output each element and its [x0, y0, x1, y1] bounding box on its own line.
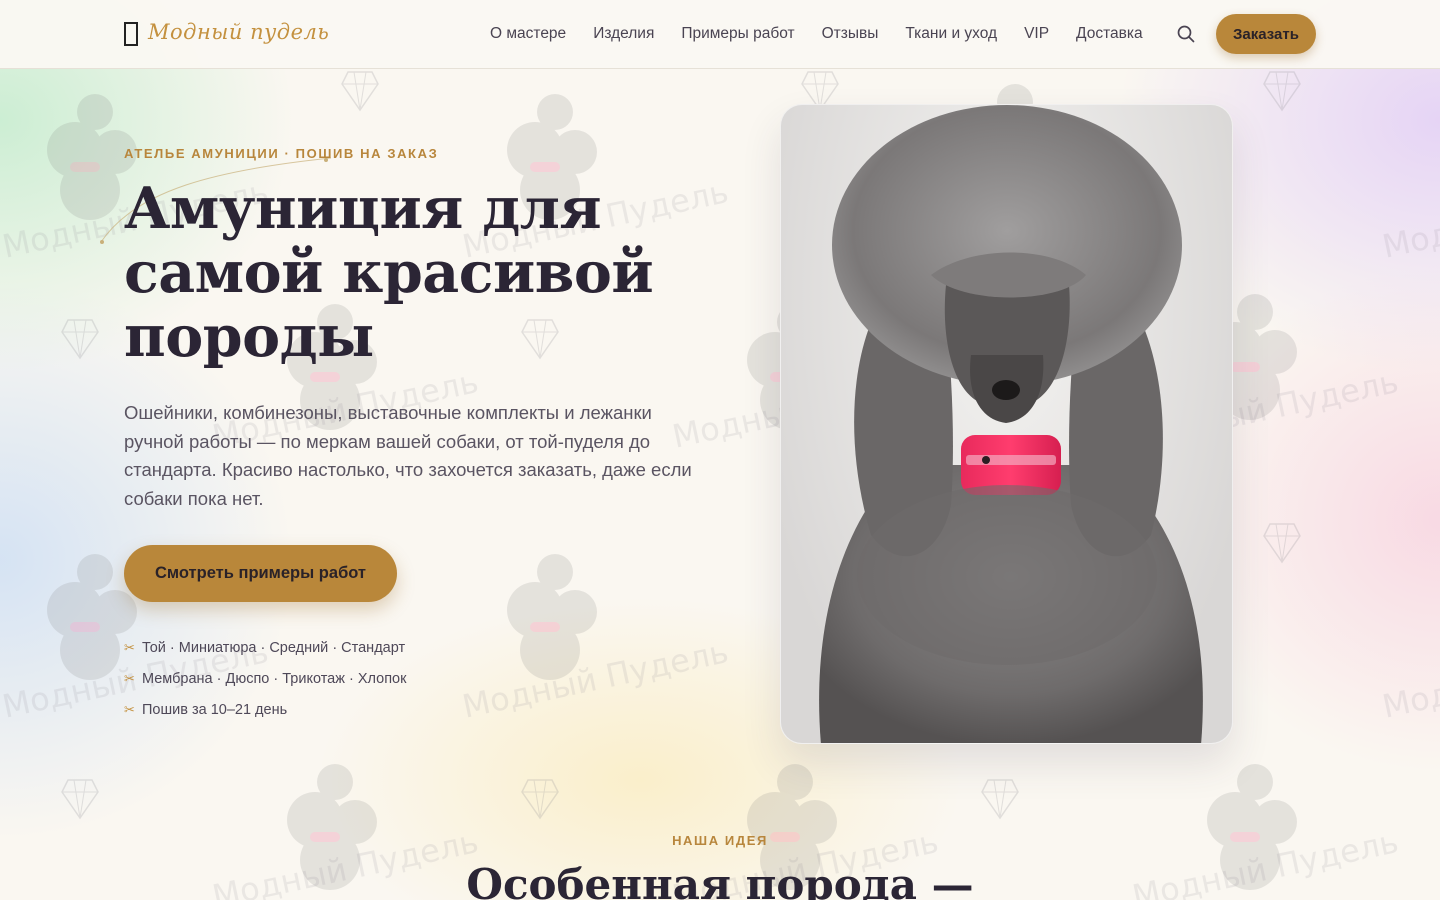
hero-title-line: Амуниция для [124, 175, 602, 242]
brand-name: Модный пудель [148, 20, 330, 44]
feature-item: ✂ Мембрана · Дюспо · Трикотаж · Хлопок [124, 669, 724, 700]
hero-features: ✂ Той · Миниатюра · Средний · Стандарт ✂… [124, 638, 724, 731]
order-button[interactable]: Заказать [1216, 14, 1316, 54]
feature-text: Пошив за 10–21 день [142, 702, 288, 718]
gem-watermark-icon [520, 776, 560, 822]
gem-watermark-icon [340, 68, 380, 114]
nav-item-vip[interactable]: VIP [1024, 24, 1049, 44]
view-portfolio-button[interactable]: Смотреть примеры работ [124, 545, 397, 602]
logo-icon [124, 22, 138, 46]
gem-watermark-icon [1262, 520, 1302, 566]
poodle-illustration [819, 105, 1203, 743]
site-header: Модный пудель О мастере Изделия Примеры … [0, 0, 1440, 69]
main-nav: О мастере Изделия Примеры работ Отзывы Т… [490, 24, 1170, 44]
scissors-icon: ✂ [124, 671, 135, 686]
gem-watermark-icon [980, 776, 1020, 822]
scissors-icon: ✂ [124, 640, 135, 655]
nav-item-delivery[interactable]: Доставка [1076, 24, 1143, 44]
idea-eyebrow: НАША ИДЕЯ [672, 833, 768, 848]
hero-poodle-photo [780, 104, 1233, 744]
scissors-icon: ✂ [124, 702, 135, 717]
hero-title-line: самой красивой [124, 239, 654, 306]
idea-section: НАША ИДЕЯ Особенная порода — [0, 833, 1440, 900]
nav-item-fabrics[interactable]: Ткани и уход [905, 24, 997, 44]
hero-title: Амуниция для самой красивой породы [124, 177, 684, 369]
feature-text: Той · Миниатюра · Средний · Стандарт [142, 640, 406, 656]
nav-item-reviews[interactable]: Отзывы [822, 24, 879, 44]
brand-logo[interactable]: Модный пудель [124, 18, 329, 46]
search-icon[interactable] [1176, 24, 1196, 44]
feature-item: ✂ Пошив за 10–21 день [124, 700, 724, 731]
nav-item-about[interactable]: О мастере [490, 24, 566, 44]
gem-watermark-icon [60, 776, 100, 822]
hero-section: АТЕЛЬЕ АМУНИЦИИ · ПОШИВ НА ЗАКАЗ Амуници… [124, 146, 724, 731]
nav-item-portfolio[interactable]: Примеры работ [681, 24, 794, 44]
gem-watermark-icon [60, 316, 100, 362]
hero-eyebrow: АТЕЛЬЕ АМУНИЦИИ · ПОШИВ НА ЗАКАЗ [124, 146, 439, 161]
idea-title: Особенная порода — [466, 860, 974, 900]
feature-item: ✂ Той · Миниатюра · Средний · Стандарт [124, 638, 724, 669]
feature-text: Мембрана · Дюспо · Трикотаж · Хлопок [142, 671, 407, 687]
gem-watermark-icon [1262, 68, 1302, 114]
nav-item-products[interactable]: Изделия [593, 24, 654, 44]
hero-lead: Ошейники, комбинезоны, выставочные компл… [124, 402, 692, 509]
hero-title-line: породы [124, 303, 374, 370]
